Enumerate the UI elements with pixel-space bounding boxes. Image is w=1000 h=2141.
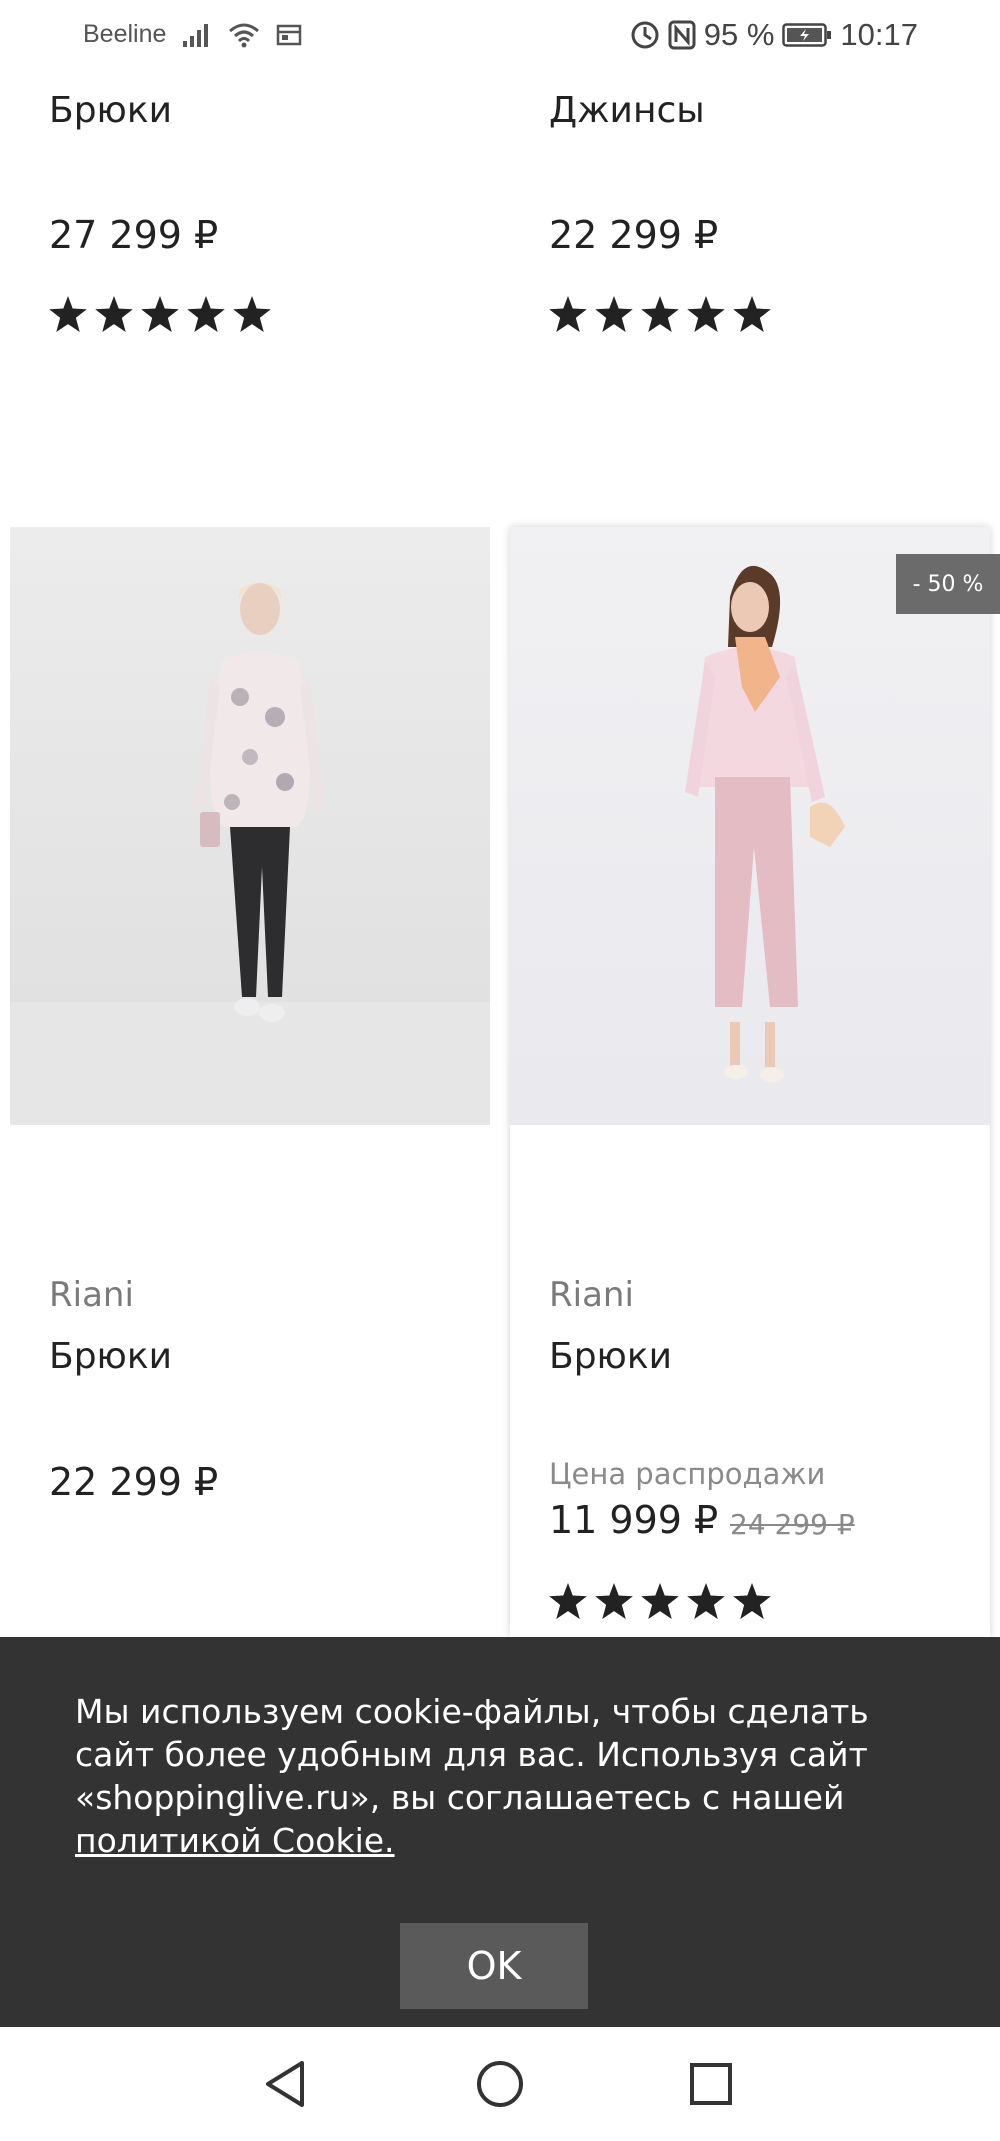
clock: 10:17	[840, 17, 918, 52]
rating-stars	[49, 296, 271, 332]
star-icon	[141, 296, 179, 332]
nfc-icon	[668, 20, 696, 50]
back-icon[interactable]	[250, 2049, 320, 2119]
product-old-price: 24 299 ₽	[730, 1508, 855, 1541]
recents-icon[interactable]	[676, 2049, 746, 2119]
product-name[interactable]: Брюки	[49, 90, 172, 131]
system-nav-bar	[0, 2027, 1000, 2141]
product-name[interactable]: Брюки	[49, 1336, 172, 1377]
cookie-ok-button[interactable]: OK	[400, 1923, 588, 2009]
cookie-policy-link[interactable]: политикой Cookie.	[75, 1821, 395, 1860]
star-icon	[687, 1583, 725, 1619]
rating-stars	[549, 296, 771, 332]
star-icon	[49, 296, 87, 332]
signal-icon	[182, 22, 212, 48]
status-right: 95 % 10:17	[630, 17, 918, 53]
star-icon	[687, 296, 725, 332]
product-brand: Riani	[549, 1275, 634, 1315]
status-left: Beeline	[83, 20, 302, 49]
star-icon	[641, 1583, 679, 1619]
cookie-banner: Мы используем cookie-файлы, чтобы сделат…	[0, 1637, 1000, 2027]
product-name[interactable]: Джинсы	[549, 90, 705, 131]
product-price: 22 299 ₽	[549, 213, 719, 257]
status-bar: Beeline 95 % 10:17	[0, 0, 1000, 76]
cookie-text: Мы используем cookie-файлы, чтобы сделат…	[75, 1692, 869, 1817]
sim-card-icon	[276, 23, 302, 47]
product-sale-price: 11 999 ₽	[549, 1498, 719, 1542]
star-icon	[549, 296, 587, 332]
star-icon	[549, 1583, 587, 1619]
battery-icon	[782, 22, 832, 48]
data-saver-icon	[630, 20, 660, 50]
sale-price-label: Цена распродажи	[549, 1457, 826, 1491]
star-icon	[641, 296, 679, 332]
star-icon	[595, 296, 633, 332]
battery-percent: 95 %	[703, 17, 775, 52]
star-icon	[595, 1583, 633, 1619]
discount-badge: - 50 %	[896, 554, 1000, 614]
product-price: 27 299 ₽	[49, 213, 219, 257]
home-icon[interactable]	[465, 2049, 535, 2119]
product-name[interactable]: Брюки	[549, 1336, 672, 1377]
product-image[interactable]	[10, 527, 490, 1125]
product-image[interactable]	[510, 527, 990, 1125]
star-icon	[233, 296, 271, 332]
star-icon	[733, 1583, 771, 1619]
product-price: 22 299 ₽	[49, 1460, 219, 1504]
star-icon	[187, 296, 225, 332]
star-icon	[95, 296, 133, 332]
carrier-name: Beeline	[83, 20, 167, 48]
cookie-message: Мы используем cookie-файлы, чтобы сделат…	[75, 1690, 935, 1862]
star-icon	[733, 296, 771, 332]
product-brand: Riani	[49, 1275, 134, 1315]
wifi-icon	[228, 22, 260, 48]
rating-stars	[549, 1583, 771, 1619]
